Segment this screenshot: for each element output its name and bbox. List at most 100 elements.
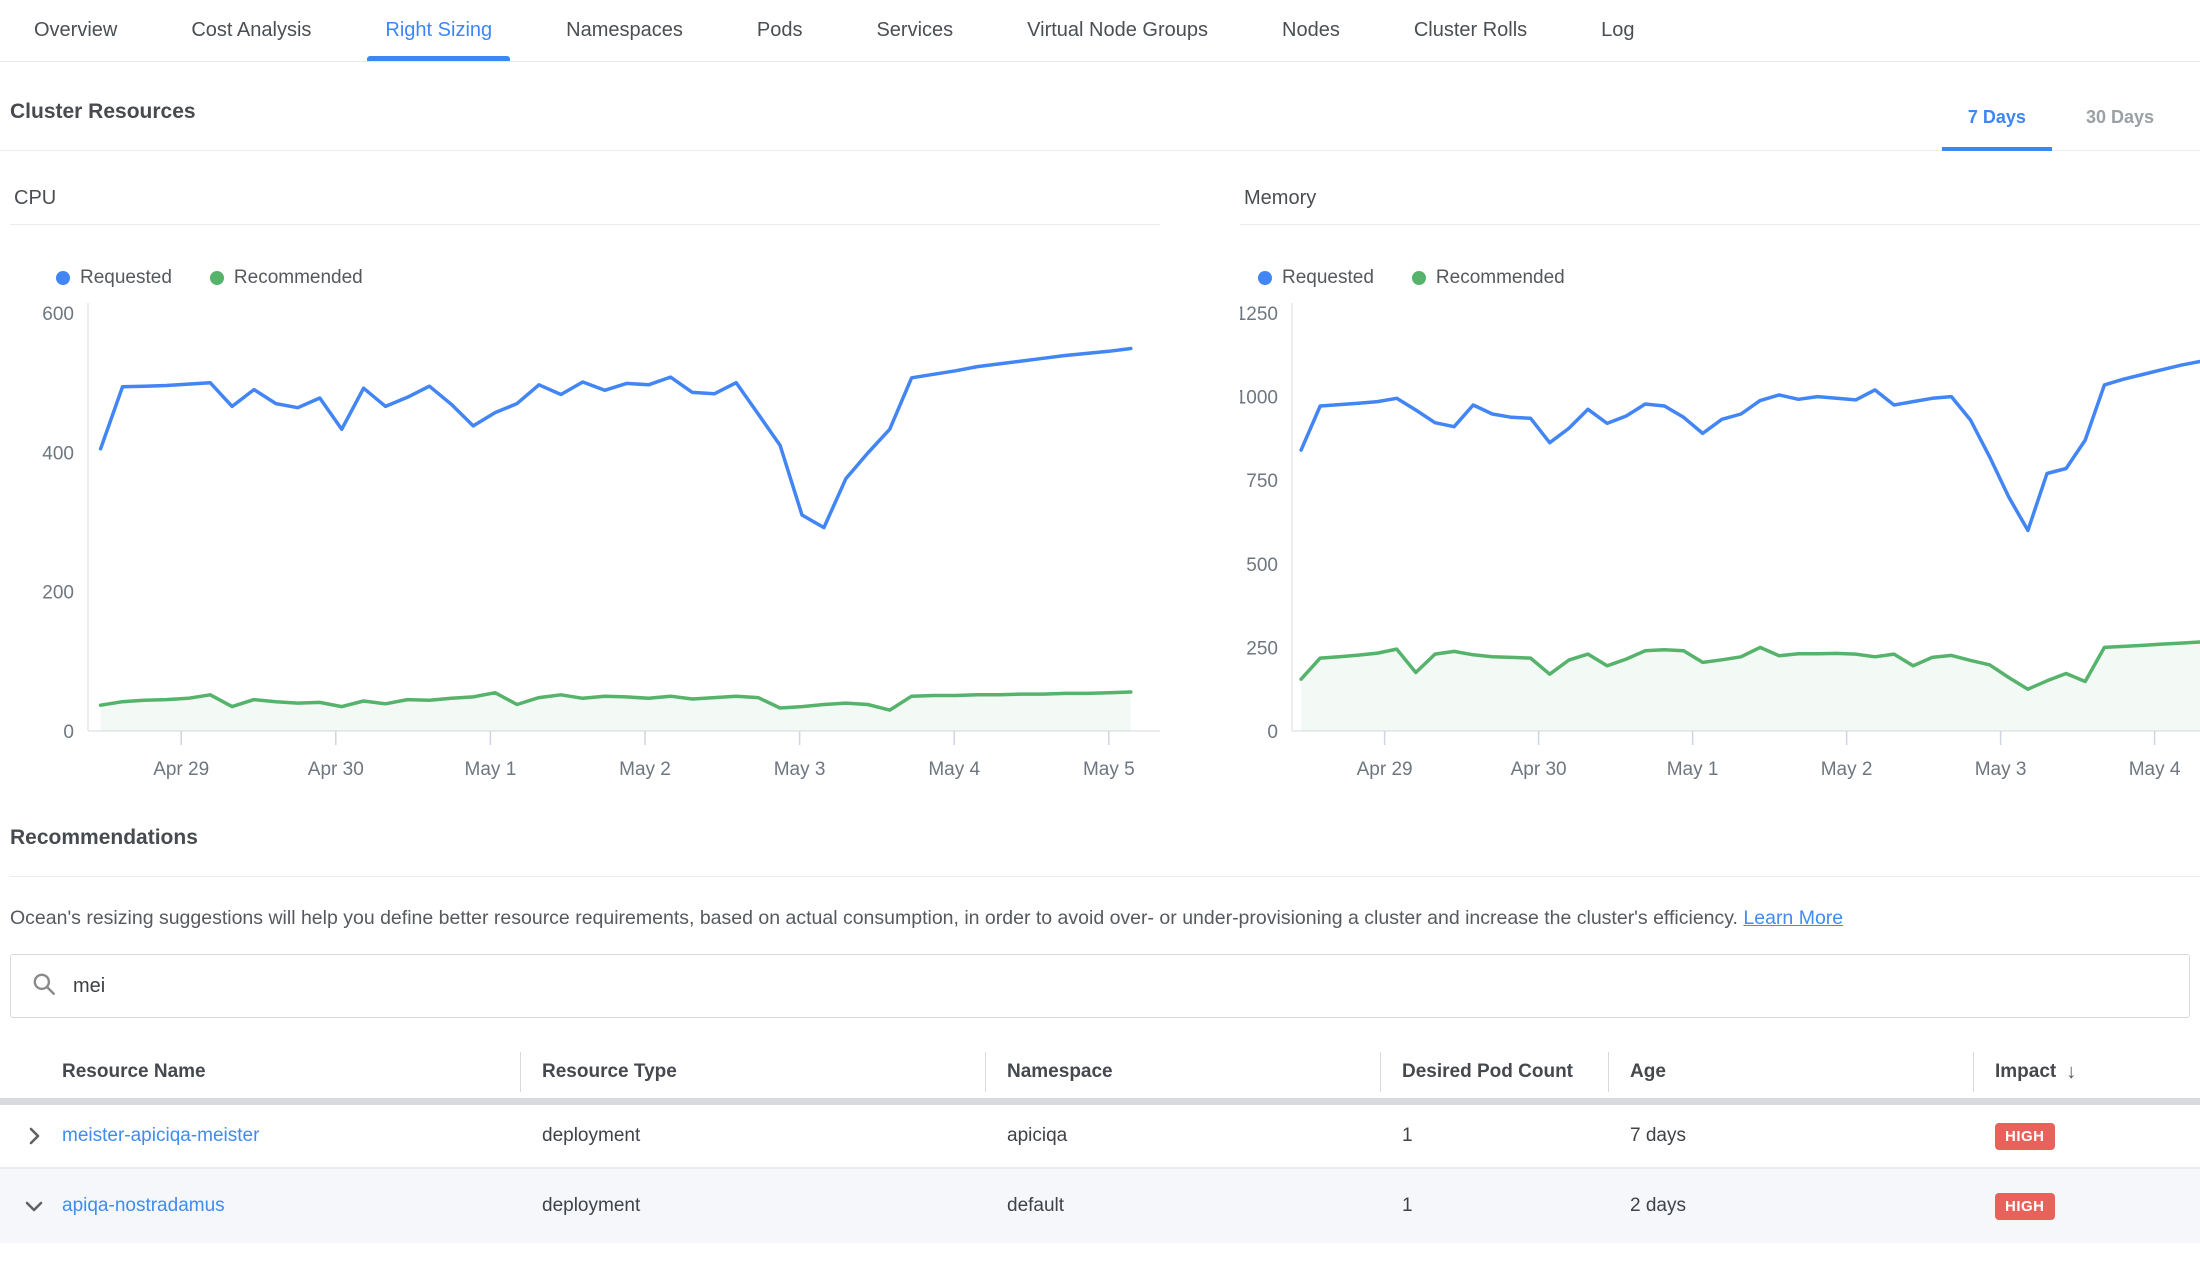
search-icon: [31, 971, 57, 1002]
period-30-days[interactable]: 30 Days: [2058, 107, 2182, 150]
memory-chart-plot: 025050075010001250Apr 29Apr 30May 1May 2…: [1240, 301, 2200, 790]
column-header-desired-pod-count: Desired Pod Count: [1380, 1046, 1608, 1098]
memory-chart-title: Memory: [1240, 181, 2200, 225]
column-header-resource-name: Resource Name: [0, 1046, 520, 1098]
svg-text:May 3: May 3: [1975, 759, 2027, 780]
column-header-label: Namespace: [1007, 1061, 1113, 1083]
recommendations-text: Ocean's resizing suggestions will help y…: [10, 907, 1738, 929]
column-header-label: Age: [1630, 1061, 1666, 1083]
search-bar[interactable]: [10, 954, 2190, 1018]
recommendations-table: Resource Name Resource Type Namespace Desir…: [0, 1046, 2200, 1243]
legend-dot-requested: [56, 271, 70, 285]
tab-virtual-node-groups[interactable]: Virtual Node Groups: [1021, 0, 1214, 61]
memory-legend: Requested Recommended: [1258, 267, 2200, 289]
svg-text:May 4: May 4: [928, 759, 980, 780]
learn-more-link[interactable]: Learn More: [1743, 907, 1843, 929]
legend-dot-recommended: [1412, 271, 1426, 285]
svg-text:0: 0: [1267, 722, 1278, 743]
recommendations-title: Recommendations: [10, 826, 2200, 877]
resource-name-link[interactable]: meister-apiciqa-meister: [62, 1125, 259, 1147]
tab-cluster-rolls[interactable]: Cluster Rolls: [1408, 0, 1533, 61]
column-header-impact[interactable]: Impact ↓: [1973, 1046, 2200, 1098]
svg-text:600: 600: [42, 304, 74, 325]
svg-text:May 2: May 2: [619, 759, 671, 780]
legend-label: Requested: [80, 267, 172, 289]
column-header-resource-type: Resource Type: [520, 1046, 985, 1098]
cpu-chart-title: CPU: [10, 181, 1160, 225]
namespace-cell: apiciqa: [985, 1125, 1380, 1147]
svg-text:May 2: May 2: [1821, 759, 1873, 780]
tab-overview[interactable]: Overview: [28, 0, 123, 61]
period-7-days[interactable]: 7 Days: [1940, 107, 2054, 150]
legend-label: Recommended: [234, 267, 363, 289]
age-cell: 2 days: [1608, 1195, 1973, 1217]
tab-nodes[interactable]: Nodes: [1276, 0, 1346, 61]
cpu-chart-panel: CPU Requested Recommended 0 200 400 600 Apr 2…: [10, 181, 1160, 790]
table-header-row: Resource Name Resource Type Namespace Desir…: [0, 1046, 2200, 1098]
svg-text:1000: 1000: [1240, 388, 1278, 409]
svg-text:May 4: May 4: [2129, 759, 2181, 780]
desired-pod-count-cell: 1: [1380, 1125, 1608, 1147]
svg-text:May 3: May 3: [774, 759, 826, 780]
legend-item-requested: Requested: [1258, 267, 1374, 289]
svg-text:Apr 29: Apr 29: [1357, 759, 1413, 780]
svg-text:500: 500: [1246, 555, 1278, 576]
age-cell: 7 days: [1608, 1125, 1973, 1147]
tab-cost-analysis[interactable]: Cost Analysis: [185, 0, 317, 61]
svg-text:Apr 29: Apr 29: [153, 759, 209, 780]
resource-type-cell: deployment: [520, 1125, 985, 1147]
namespace-cell: default: [985, 1195, 1380, 1217]
svg-text:May 1: May 1: [465, 759, 517, 780]
svg-text:200: 200: [42, 583, 74, 604]
tab-right-sizing[interactable]: Right Sizing: [379, 0, 498, 61]
svg-text:May 1: May 1: [1667, 759, 1719, 780]
column-header-label: Resource Type: [542, 1061, 677, 1083]
legend-item-recommended: Recommended: [1412, 267, 1565, 289]
column-header-namespace: Namespace: [985, 1046, 1380, 1098]
recommendations-section: Recommendations Ocean's resizing suggest…: [0, 790, 2200, 932]
cpu-chart-plot: 0 200 400 600 Apr 29 Apr 30 May 1 May 2 May 3 May…: [10, 301, 1160, 790]
legend-item-recommended: Recommended: [210, 267, 363, 289]
table-row[interactable]: apiqa-nostradamus deploymentdefault12 day…: [0, 1169, 2200, 1243]
svg-text:400: 400: [42, 443, 74, 464]
sort-descending-icon[interactable]: ↓: [2066, 1061, 2076, 1084]
svg-text:Apr 30: Apr 30: [308, 759, 364, 780]
tab-bar: Overview Cost Analysis Right Sizing Namespa…: [0, 0, 2200, 62]
table-row[interactable]: meister-apiciqa-meister deploymentapiciqa…: [0, 1105, 2200, 1169]
search-input[interactable]: [73, 975, 2169, 998]
resource-name-cell: meister-apiciqa-meister: [0, 1122, 520, 1150]
svg-text:750: 750: [1246, 471, 1278, 492]
impact-cell: HIGH: [1973, 1123, 2200, 1150]
column-header-label: Impact: [1995, 1061, 2056, 1083]
tab-pods[interactable]: Pods: [751, 0, 809, 61]
svg-text:0: 0: [63, 722, 74, 743]
tab-log[interactable]: Log: [1595, 0, 1640, 61]
cluster-resources-header: Cluster Resources 7 Days30 Days: [0, 62, 2200, 151]
memory-chart-panel: Memory RequestedRecommended 025050075010…: [1240, 181, 2200, 790]
legend-label: Requested: [1282, 267, 1374, 289]
table-body: meister-apiciqa-meisterdeploymentapiciqa…: [0, 1105, 2200, 1243]
resource-type-cell: deployment: [520, 1195, 985, 1217]
chevron-right-icon[interactable]: [20, 1122, 48, 1150]
page-title: Cluster Resources: [10, 100, 196, 150]
desired-pod-count-cell: 1: [1380, 1195, 1608, 1217]
impact-cell: HIGH: [1973, 1193, 2200, 1220]
column-header-label: Resource Name: [62, 1061, 206, 1083]
chevron-down-icon[interactable]: [20, 1192, 48, 1220]
table-header-divider: [0, 1098, 2200, 1105]
legend-dot-recommended: [210, 271, 224, 285]
period-toggle: 7 Days30 Days: [1940, 107, 2200, 150]
svg-text:May 5: May 5: [1083, 759, 1135, 780]
column-header-age: Age: [1608, 1046, 1973, 1098]
legend-dot-requested: [1258, 271, 1272, 285]
tab-services[interactable]: Services: [870, 0, 959, 61]
tab-namespaces[interactable]: Namespaces: [560, 0, 689, 61]
svg-text:1250: 1250: [1240, 304, 1278, 325]
resource-name-link[interactable]: apiqa-nostradamus: [62, 1195, 225, 1217]
charts-section: CPU Requested Recommended 0 200 400 600 Apr 2…: [0, 151, 2200, 790]
cpu-legend: Requested Recommended: [56, 267, 1160, 289]
svg-text:Apr 30: Apr 30: [1511, 759, 1567, 780]
impact-badge: HIGH: [1995, 1123, 2055, 1150]
resource-name-cell: apiqa-nostradamus: [0, 1192, 520, 1220]
column-header-label: Desired Pod Count: [1402, 1061, 1573, 1083]
